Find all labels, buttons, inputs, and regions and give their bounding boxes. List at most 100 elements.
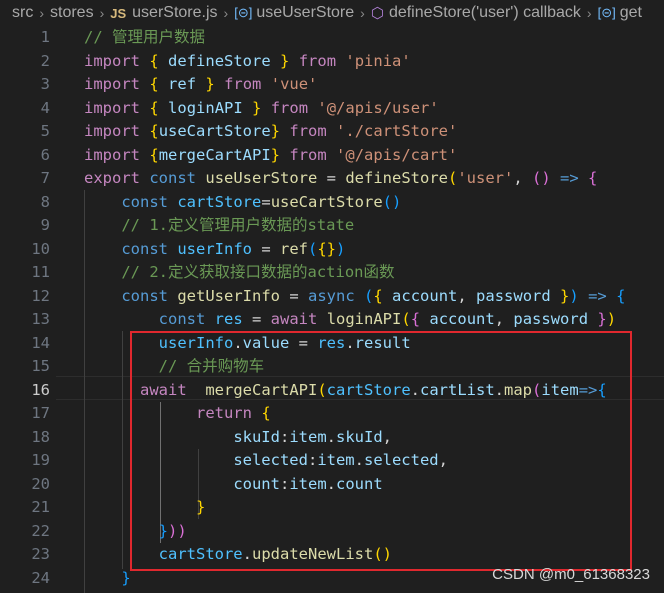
code-line[interactable]: 4 import { loginAPI } from '@/apis/user' [0, 97, 664, 121]
breadcrumb-item-symbol[interactable]: [⊝] useUserStore [234, 4, 354, 22]
code-token: } [121, 568, 131, 587]
breadcrumb-label: defineStore('user') callback [388, 4, 581, 21]
code-line[interactable]: 7 export const useUserStore = defineStore… [0, 167, 664, 191]
code-text[interactable]: import { defineStore } from 'pinia' [84, 50, 411, 74]
line-number: 20 [31, 474, 50, 493]
code-line[interactable]: 10 const userInfo = ref({}) [0, 238, 664, 262]
code-token: ) [569, 286, 579, 305]
watermark: CSDN @m0_61368323 [492, 566, 650, 583]
code-token: // 管理用户数据 [84, 28, 205, 46]
code-text[interactable]: const userInfo = ref({}) [84, 238, 345, 262]
breadcrumb: src › stores › JS userStore.js › [⊝] use… [0, 0, 664, 26]
code-text[interactable]: import { ref } from 'vue' [84, 73, 317, 97]
code-line[interactable]: 11 // 2.定义获取接口数据的action函数 [0, 261, 664, 285]
code-text[interactable]: const getUserInfo = async ({ account, pa… [84, 285, 625, 309]
code-token: { [588, 169, 598, 187]
line-number: 17 [31, 404, 50, 422]
code-line[interactable]: 1 // 管理用户数据 [0, 26, 664, 50]
code-token: const [149, 169, 197, 187]
line-number: 22 [31, 521, 50, 540]
breadcrumb-item-callback[interactable]: ⬡ defineStore('user') callback [371, 4, 581, 22]
code-line[interactable]: 5 import {useCartStore} from './cartStore… [0, 120, 664, 144]
code-token: password [513, 310, 589, 328]
code-text[interactable]: export const useUserStore = defineStore(… [84, 167, 597, 191]
code-text[interactable]: // 2.定义获取接口数据的action函数 [84, 261, 394, 285]
line-number: 10 [31, 239, 50, 258]
line-number: 6 [40, 145, 50, 164]
code-token: const [121, 286, 168, 305]
breadcrumb-item-getuserinfo[interactable]: [⊝] get [598, 4, 642, 22]
chevron-right-icon: › [360, 5, 365, 21]
code-token: userInfo [177, 239, 252, 258]
breadcrumb-item-stores[interactable]: stores [50, 4, 94, 22]
code-token: account [392, 286, 458, 305]
code-line[interactable]: 3 import { ref } from 'vue' [0, 73, 664, 97]
code-token: ( [364, 286, 374, 305]
code-token: } [280, 51, 290, 70]
code-token: res [214, 310, 243, 328]
code-token: { [149, 145, 159, 164]
code-line[interactable]: 2 import { defineStore } from 'pinia' [0, 50, 664, 74]
chevron-right-icon: › [39, 5, 44, 21]
line-number: 24 [31, 568, 50, 587]
code-text[interactable]: import {mergeCartAPI} from '@/apis/cart' [84, 144, 457, 168]
chevron-right-icon: › [223, 5, 229, 21]
line-number: 16 [31, 380, 50, 399]
line-number: 1 [40, 28, 50, 46]
code-token: loginAPI [168, 98, 243, 117]
code-line[interactable]: 9 // 1.定义管理用户数据的state [0, 214, 664, 238]
breadcrumb-item-file[interactable]: JS userStore.js [110, 4, 217, 22]
code-token: import [84, 75, 140, 93]
code-text[interactable]: const cartStore=useCartStore() [84, 191, 401, 215]
code-line[interactable]: 12 const getUserInfo = async ({ account,… [0, 285, 664, 309]
code-token: } [597, 310, 607, 328]
code-token: ( [401, 310, 411, 328]
code-text[interactable]: import { loginAPI } from '@/apis/user' [84, 97, 439, 121]
line-number: 12 [31, 286, 50, 305]
code-line[interactable]: 6 import {mergeCartAPI} from '@/apis/cart… [0, 144, 664, 168]
code-token: = [261, 192, 271, 211]
code-text[interactable]: // 1.定义管理用户数据的state [84, 214, 354, 238]
line-number: 2 [40, 51, 50, 70]
code-line[interactable]: 13 const res = await loginAPI({ account,… [0, 308, 664, 332]
code-text[interactable]: import {useCartStore} from './cartStore' [84, 120, 457, 144]
line-number: 3 [40, 75, 50, 93]
code-text[interactable]: const res = await loginAPI({ account, pa… [84, 308, 616, 332]
code-token: ) [336, 239, 346, 258]
line-number: 21 [31, 498, 50, 516]
code-token: } [205, 75, 215, 93]
code-token: useUserStore [205, 169, 318, 187]
method-symbol-icon: ⬡ [370, 5, 384, 22]
code-line[interactable]: 8 const cartStore=useCartStore() [0, 191, 664, 215]
code-token: // 1.定义管理用户数据的state [121, 216, 355, 234]
code-token: { [149, 98, 159, 117]
code-token: , [513, 169, 533, 187]
code-text[interactable]: } [84, 567, 131, 591]
breadcrumb-item-src[interactable]: src [12, 4, 33, 22]
code-token: () [532, 169, 551, 187]
code-token: 'pinia' [345, 51, 411, 70]
code-text[interactable]: // 管理用户数据 [84, 26, 205, 50]
